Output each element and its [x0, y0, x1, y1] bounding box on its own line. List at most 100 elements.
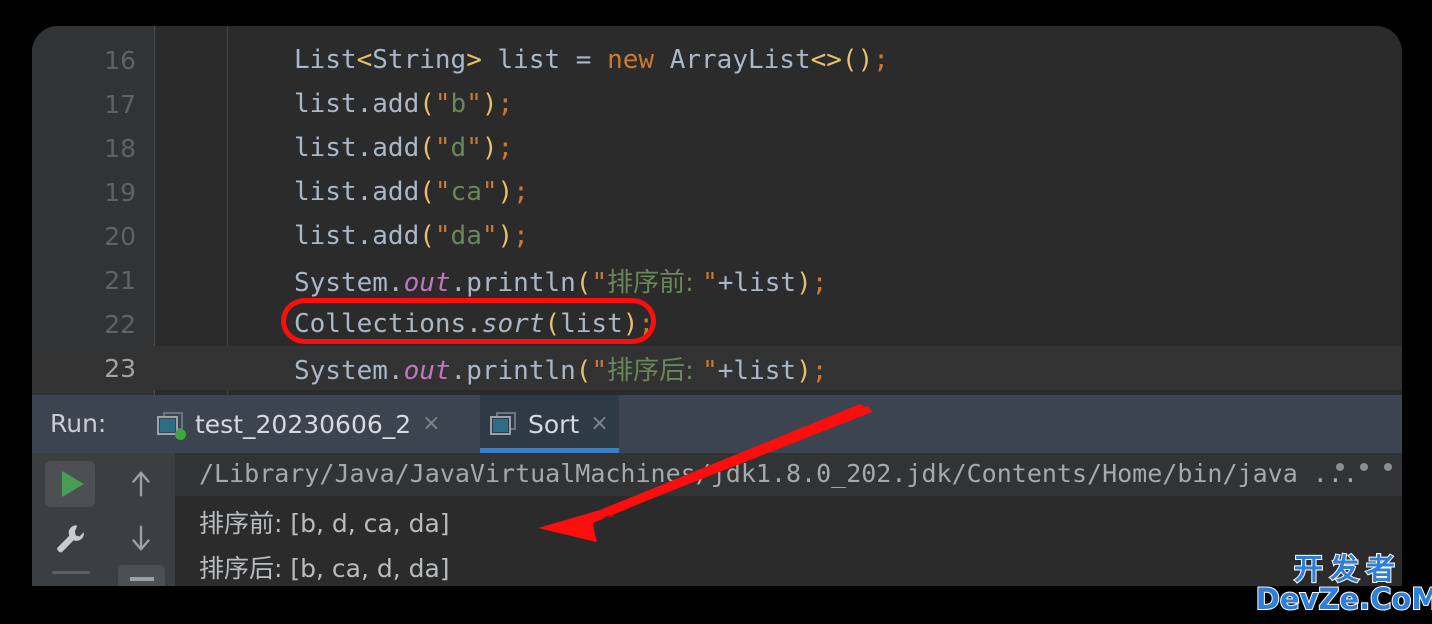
- line-number: 16: [104, 45, 136, 75]
- code-line[interactable]: 18 list.add("d");: [32, 126, 1402, 170]
- run-tab-label: test_20230606_2: [195, 409, 412, 439]
- console-output-line: 排序后: [b, ca, d, da]: [199, 554, 450, 583]
- arrow-down-icon: [132, 525, 150, 551]
- code-token: ": [466, 89, 482, 119]
- code-token: d: [450, 133, 467, 163]
- console-window-icon: [157, 411, 186, 440]
- code-token: ;: [513, 221, 529, 251]
- close-icon[interactable]: ×: [590, 413, 608, 435]
- line-number: 17: [104, 89, 136, 119]
- code-token: (): [841, 45, 874, 75]
- code-line[interactable]: 22 Collections.sort(list);: [32, 302, 1402, 346]
- code-token: ca: [450, 177, 482, 207]
- code-token: ": [434, 89, 451, 119]
- code-token: <>: [810, 45, 842, 75]
- code-token: 排序后:: [607, 355, 703, 386]
- code-token: ": [481, 221, 498, 251]
- running-indicator-dot: [175, 428, 186, 440]
- code-token: (: [575, 267, 592, 298]
- code-token: ): [497, 221, 514, 251]
- code-token: <: [356, 45, 373, 75]
- code-token: ): [481, 133, 498, 163]
- code-line[interactable]: 19 list.add("ca");: [32, 170, 1402, 214]
- code-editor[interactable]: 16 List<String> list = new ArrayList<>();…: [32, 26, 1402, 395]
- code-text: list.add("da");: [294, 221, 529, 251]
- console-output-line: 排序前: [b, d, ca, da]: [199, 509, 450, 538]
- settings-button[interactable]: [45, 515, 95, 561]
- code-token: ": [466, 133, 482, 163]
- code-token: ): [796, 355, 812, 386]
- code-text: list.add("d");: [294, 133, 513, 163]
- scroll-down-button[interactable]: [120, 515, 162, 561]
- minimize-icon: [129, 576, 154, 581]
- line-number: 18: [104, 133, 136, 163]
- code-token: ArrayList: [654, 45, 811, 75]
- line-number: 19: [104, 177, 136, 207]
- code-token: .println: [450, 355, 576, 386]
- console-output[interactable]: /Library/Java/JavaVirtualMachines/jdk1.8…: [175, 453, 1402, 586]
- code-token: ;: [811, 267, 828, 298]
- code-token: List: [294, 45, 357, 75]
- code-token: ": [702, 355, 718, 386]
- line-number: 20: [104, 221, 136, 251]
- code-lines-container: 16 List<String> list = new ArrayList<>();…: [32, 26, 1402, 395]
- code-line[interactable]: 21 System.out.println("排序前: "+list);: [32, 258, 1402, 302]
- code-token: ;: [513, 177, 529, 207]
- scroll-up-button[interactable]: [120, 461, 162, 507]
- code-text: List<String> list = new ArrayList<>();: [294, 45, 889, 75]
- code-token: Collections.: [294, 309, 482, 339]
- code-line[interactable]: 17 list.add("b");: [32, 82, 1402, 126]
- code-text: System.out.println("排序后: "+list);: [294, 350, 827, 387]
- code-token: ): [622, 309, 639, 339]
- run-tool-window: Run: test_20230606_2 × Sort × /Library/J…: [32, 395, 1402, 586]
- code-line[interactable]: 20 list.add("da");: [32, 214, 1402, 258]
- code-text: System.out.println("排序前: "+list);: [294, 262, 827, 299]
- code-token: ;: [497, 133, 514, 163]
- code-token: (: [419, 177, 435, 207]
- watermark-cn: 开发者: [1293, 551, 1402, 586]
- code-token: ): [796, 267, 812, 298]
- code-line[interactable]: 16 List<String> list = new ArrayList<>();: [32, 38, 1402, 82]
- code-token: ": [591, 267, 608, 298]
- run-tab-sort[interactable]: Sort ×: [480, 395, 619, 453]
- code-text: list.add("b");: [294, 89, 513, 119]
- code-token: list =: [481, 45, 608, 75]
- code-token: ": [591, 355, 608, 386]
- arrow-up-icon: [132, 471, 150, 497]
- line-number: 22: [104, 309, 136, 339]
- code-token: list: [560, 309, 623, 339]
- run-toolbar-nav: [107, 453, 175, 586]
- code-token: ;: [811, 355, 828, 386]
- code-text: list.add("ca");: [294, 177, 529, 207]
- code-token: >: [466, 45, 482, 75]
- code-token: ": [702, 267, 718, 298]
- code-token: list.add: [294, 133, 420, 163]
- run-label: Run:: [50, 409, 107, 438]
- code-token: out: [403, 267, 451, 298]
- close-icon[interactable]: ×: [422, 413, 440, 435]
- line-number: 23: [104, 353, 136, 383]
- minimize-button[interactable]: [118, 565, 165, 586]
- run-tab-test20230606-2[interactable]: test_20230606_2 ×: [147, 395, 451, 453]
- code-token: ): [497, 177, 514, 207]
- run-tab-label: Sort: [528, 409, 580, 439]
- code-token: (: [544, 309, 561, 339]
- code-token: (: [419, 89, 435, 119]
- code-text: Collections.sort(list);: [294, 309, 654, 339]
- code-token: list.add: [294, 177, 420, 207]
- play-icon: [61, 471, 84, 497]
- code-token: new: [607, 45, 655, 75]
- code-token: +list: [717, 267, 797, 298]
- watermark-en: DevZe.CoM: [1255, 581, 1432, 616]
- console-window-icon: [490, 411, 517, 437]
- rerun-button[interactable]: [45, 461, 95, 507]
- code-line[interactable]: 23 System.out.println("排序后: "+list);: [32, 346, 1402, 390]
- code-token: ": [434, 221, 451, 251]
- code-token: sort: [481, 309, 545, 339]
- code-token: ;: [873, 45, 889, 75]
- code-token: ": [481, 177, 498, 207]
- console-soft-wrap-dots: [1336, 463, 1392, 471]
- code-token: (: [575, 355, 592, 386]
- code-token: System.: [294, 355, 404, 386]
- code-token: String: [372, 45, 467, 75]
